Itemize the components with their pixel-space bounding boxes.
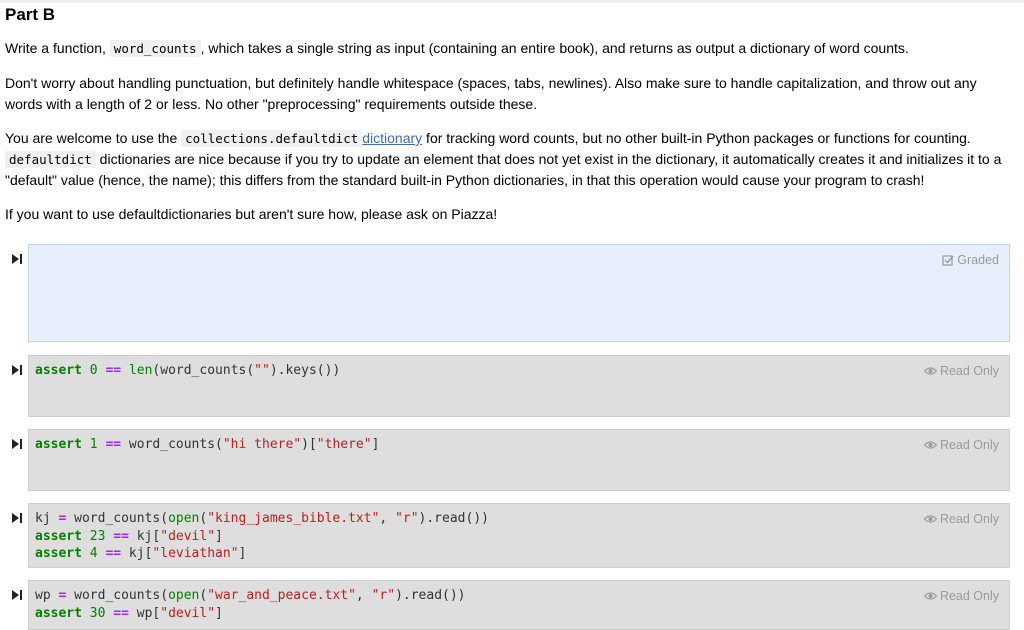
- paragraph-text: You are welcome to use the: [5, 130, 182, 146]
- paragraph-text: dictionaries are nice because if you try…: [5, 151, 1002, 188]
- eye-icon: [923, 367, 937, 375]
- code-token: wp: [35, 588, 59, 603]
- code-token: 4: [89, 546, 98, 561]
- read-only-label: Read Only: [939, 364, 999, 378]
- code-token: 1: [89, 437, 98, 452]
- code-token: len: [128, 363, 153, 378]
- test-cell[interactable]: wp = word_counts(open("war_and_peace.txt…: [28, 580, 1010, 630]
- code-token: ==: [105, 437, 122, 452]
- code-token: assert: [35, 546, 82, 561]
- code-token: ]: [238, 546, 247, 561]
- paragraph-text: Write a function,: [5, 40, 110, 56]
- read-only-badge: Read Only: [923, 438, 999, 452]
- code-token: open: [168, 511, 200, 526]
- code-token: ]: [371, 437, 380, 452]
- cell-code: kj = word_counts(open("king_james_bible.…: [35, 510, 489, 563]
- code-token: "r": [371, 588, 396, 603]
- read-only-badge: Read Only: [923, 364, 999, 378]
- answer-cell[interactable]: Graded: [28, 244, 1010, 342]
- code-token: 23: [89, 528, 106, 544]
- eye-icon: [923, 515, 937, 523]
- run-cell-icon[interactable]: [11, 438, 23, 450]
- read-only-label: Read Only: [939, 438, 999, 452]
- code-token: "war_and_peace.txt": [207, 588, 356, 603]
- code-token: ,: [355, 588, 372, 603]
- code-token: (word_counts(: [152, 363, 255, 378]
- code-token: 0: [89, 363, 98, 378]
- cell-code: assert 1 == word_counts("hi there")["the…: [35, 436, 379, 454]
- code-token: "devil": [160, 605, 216, 621]
- paragraph-text: , which takes a single string as input (…: [200, 40, 909, 56]
- dictionary-link[interactable]: dictionary: [362, 130, 422, 146]
- code-token: "r": [395, 511, 419, 526]
- run-cell-icon[interactable]: [11, 253, 23, 265]
- code-token: ]: [215, 528, 223, 544]
- code-token: ==: [113, 605, 129, 621]
- paragraph-text: for tracking word counts, but no other b…: [422, 130, 971, 146]
- code-token: ==: [105, 546, 122, 561]
- code-token: "king_james_bible.txt": [207, 511, 380, 526]
- test-cell[interactable]: assert 0 == len(word_counts("").keys()) …: [28, 355, 1010, 417]
- read-only-badge: Read Only: [923, 512, 999, 526]
- code-token: assert: [35, 437, 82, 452]
- test-cell[interactable]: kj = word_counts(open("king_james_bible.…: [28, 503, 1010, 568]
- section-title: Part B: [5, 5, 56, 24]
- code-token: ).keys()): [269, 363, 341, 378]
- code-token: ==: [105, 363, 122, 378]
- test-cell[interactable]: assert 1 == word_counts("hi there")["the…: [28, 429, 1010, 491]
- code-token: ,: [379, 511, 396, 526]
- instructions-paragraph-4: If you want to use defaultdictionaries b…: [5, 206, 498, 222]
- code-token: 30: [89, 605, 106, 621]
- code-token: ).read()): [418, 511, 489, 526]
- code-token: "": [254, 363, 270, 378]
- code-token: )[: [301, 437, 317, 452]
- code-token: ).read()): [395, 588, 466, 603]
- code-token: ==: [113, 528, 129, 544]
- code-token: open: [168, 588, 200, 603]
- eye-icon: [923, 592, 937, 600]
- instructions-paragraph-3: You are welcome to use the collections.d…: [5, 128, 1010, 191]
- cell-code: wp = word_counts(open("war_and_peace.txt…: [35, 587, 466, 622]
- code-token: ]: [215, 605, 223, 621]
- read-only-label: Read Only: [939, 589, 999, 603]
- code-token: wp[: [128, 605, 161, 621]
- graded-badge: Graded: [942, 253, 999, 267]
- run-cell-icon[interactable]: [11, 364, 23, 376]
- read-only-badge: Read Only: [923, 589, 999, 603]
- code-token: "devil": [160, 528, 216, 544]
- code-token: word_counts(: [66, 588, 169, 603]
- code-token: kj[: [128, 528, 161, 544]
- instructions-paragraph-1: Write a function, word_counts, which tak…: [5, 38, 1010, 59]
- graded-label: Graded: [957, 253, 999, 267]
- code-token: word_counts(: [121, 437, 223, 452]
- code-token: "hi there": [222, 437, 302, 452]
- code-token: word_counts(: [66, 511, 169, 526]
- checkbox-icon: [942, 255, 954, 266]
- cell-code: assert 0 == len(word_counts("").keys()): [35, 362, 340, 380]
- run-cell-icon[interactable]: [11, 589, 23, 601]
- eye-icon: [923, 441, 937, 449]
- code-token: "leviathan": [152, 546, 239, 561]
- read-only-label: Read Only: [939, 512, 999, 526]
- code-token: "there": [316, 437, 372, 452]
- top-divider: [0, 0, 1024, 3]
- code-token: assert: [35, 605, 82, 621]
- inline-code-word-counts: word_counts: [109, 40, 201, 57]
- code-token: kj[: [121, 546, 153, 561]
- inline-code-defaultdict-module: collections.defaultdict: [181, 130, 363, 147]
- inline-code-defaultdict: defaultdict: [5, 151, 96, 168]
- code-token: assert: [35, 528, 82, 544]
- code-token: kj: [35, 511, 59, 526]
- code-token: assert: [35, 363, 82, 378]
- run-cell-icon[interactable]: [11, 512, 23, 524]
- instructions-paragraph-2: Don't worry about handling punctuation, …: [5, 75, 977, 112]
